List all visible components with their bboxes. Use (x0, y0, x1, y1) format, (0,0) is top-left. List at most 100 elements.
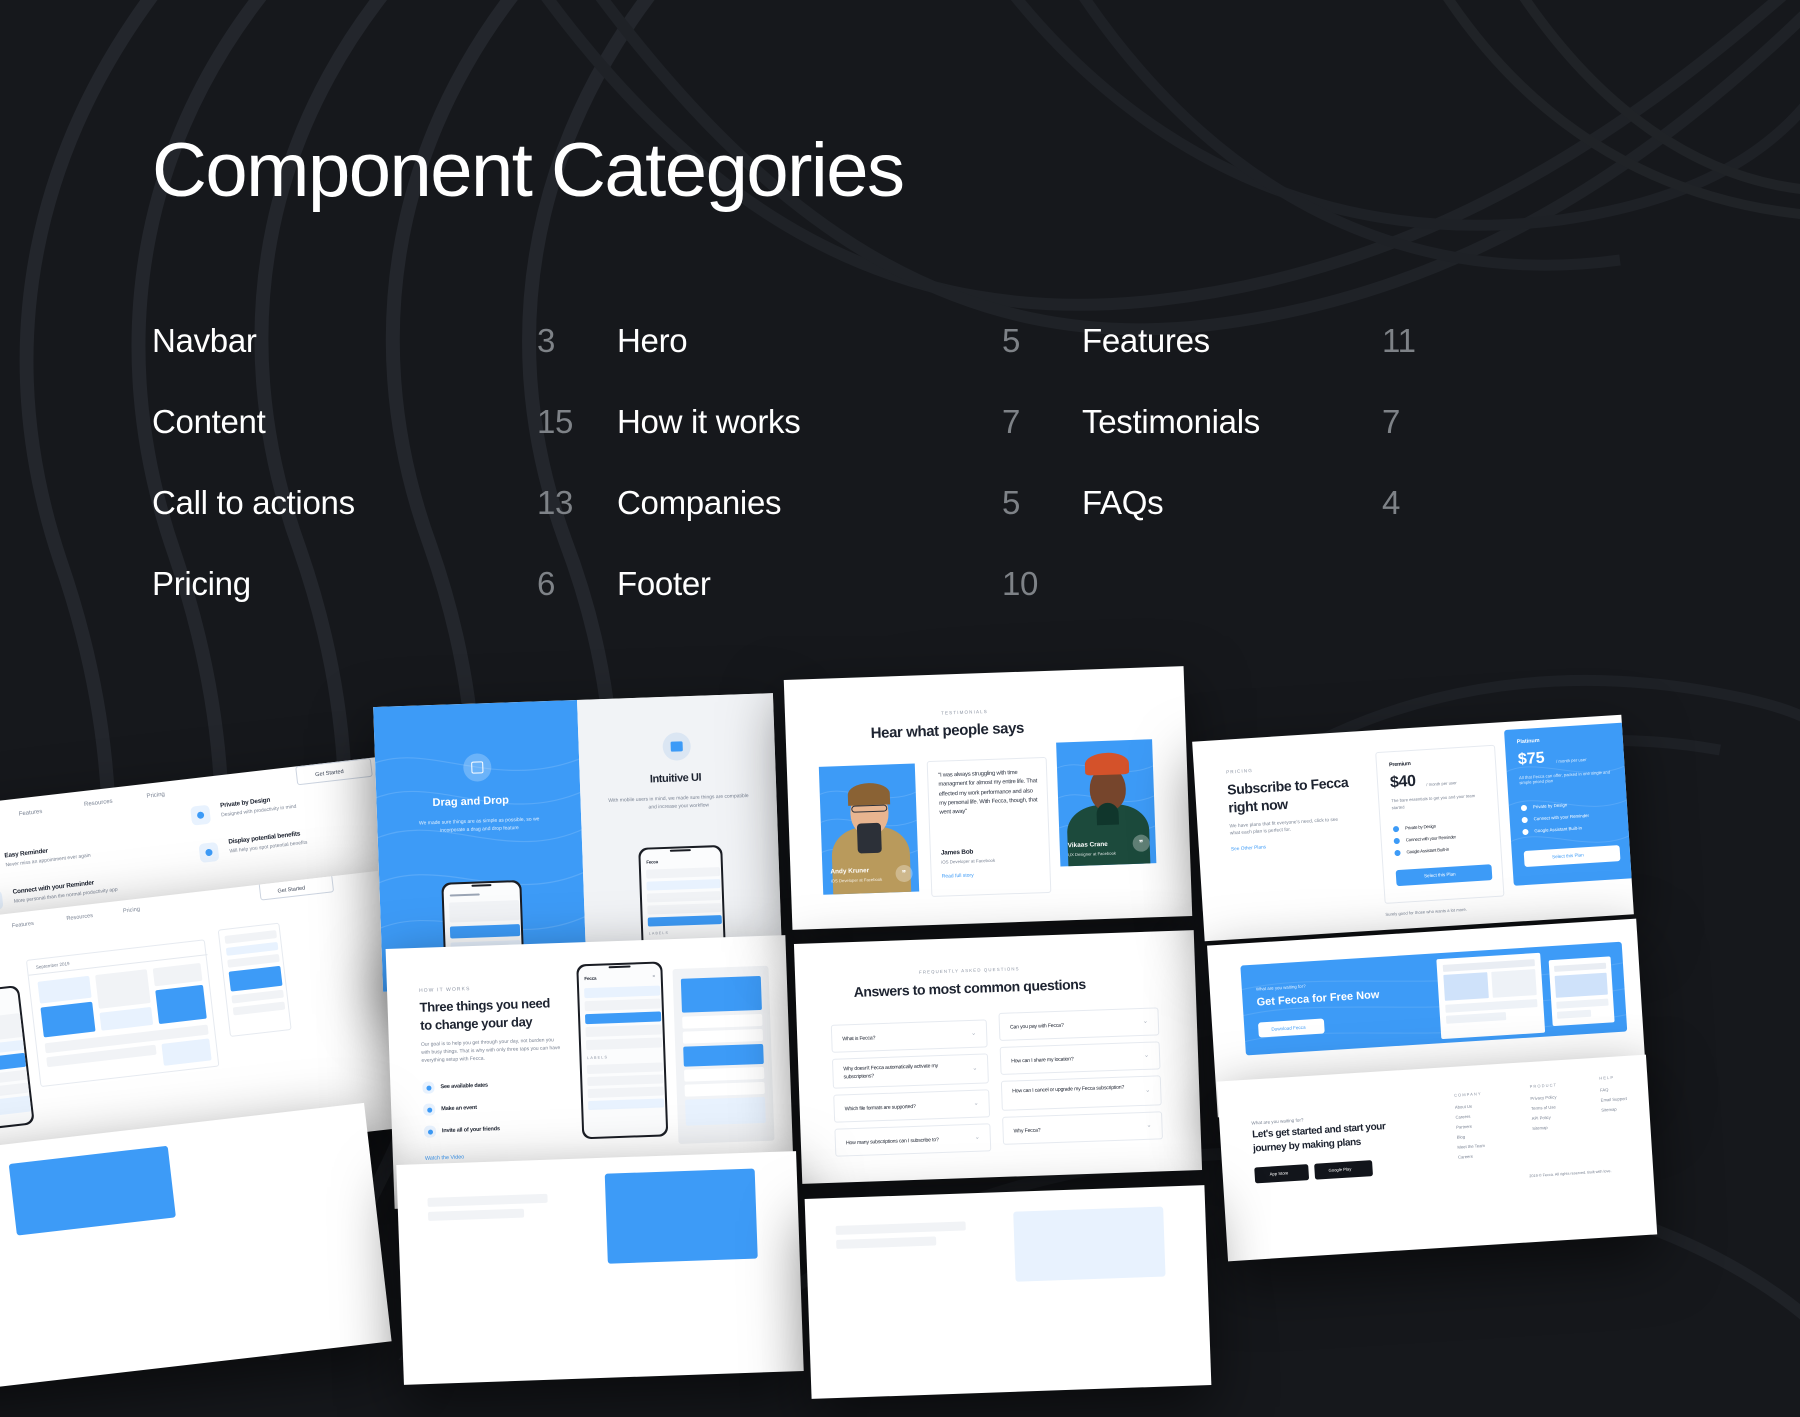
chevron-down-icon[interactable]: ⌄ (975, 1134, 980, 1141)
pricing-heading-line2: right now (1227, 795, 1289, 816)
faq-question: Why Fecca? (1013, 1127, 1041, 1135)
footer-link[interactable]: Careers (1458, 1154, 1473, 1161)
mockup-card-row3-col2[interactable] (396, 1151, 804, 1385)
plan-name: Premium (1388, 761, 1411, 769)
read-full-story-link[interactable]: Read full story (942, 873, 974, 880)
faq-item[interactable]: Why Fecca? ⌄ (1002, 1111, 1163, 1145)
footer-link[interactable]: Meet the Team (1457, 1143, 1485, 1151)
testimonial-photo-2: Vikaas Crane UX Designer at Facebook ❞ (1056, 739, 1157, 867)
chevron-down-icon[interactable]: ⌄ (972, 1065, 977, 1072)
chevron-down-icon[interactable]: ⌄ (1145, 1087, 1150, 1094)
right-preview-panel (672, 965, 775, 1144)
mockup-card-row3-col1[interactable] (0, 1102, 392, 1417)
footer-link[interactable]: Sitemap (1532, 1125, 1548, 1132)
see-other-plans-link[interactable]: See Other Plans (1231, 845, 1266, 852)
mockup-card-testimonials[interactable]: TESTIMONIALS Hear what people says Andy … (783, 666, 1193, 930)
plan-cta-button[interactable]: Select this Plan (1395, 864, 1493, 887)
nav-cta-label: Get Started (277, 885, 306, 895)
feature-icon-chart (198, 841, 220, 864)
nav-item-features[interactable]: Features (18, 808, 43, 820)
nav-cta-button[interactable]: Get Started (295, 757, 373, 786)
faq-item[interactable]: Can you pay with Fecca? ⌄ (998, 1007, 1160, 1041)
footer-link[interactable]: About Us (1455, 1104, 1473, 1112)
step-label: See available dates (440, 1082, 489, 1091)
google-play-label: Google Play (1328, 1166, 1352, 1173)
plan-feature: Google Assistant Built-in (1406, 846, 1450, 855)
plan-desc: The bare essentials to get you and your … (1391, 793, 1476, 810)
howitworks-body: Our goal is to help you get through your… (420, 1037, 561, 1064)
footer-link[interactable]: FAQ (1600, 1087, 1609, 1094)
mockup-card-row3-col3[interactable] (804, 1185, 1212, 1399)
howitworks-eyebrow: HOW IT WORKS (418, 986, 471, 994)
category-label: Features (1082, 322, 1210, 359)
pricing-body: We have plans that fit everyone's need, … (1229, 817, 1339, 837)
faq-item[interactable]: How many subscriptions can I subscribe t… (834, 1123, 992, 1157)
pricing-eyebrow: PRICING (1225, 767, 1254, 775)
footer-link[interactable]: Blog (1457, 1134, 1466, 1141)
category-label: Pricing (152, 565, 251, 602)
phone-labels-title: LABELS (648, 930, 670, 936)
footer-link[interactable]: Partners (1456, 1124, 1472, 1131)
phone-brand: Fecca (646, 858, 658, 865)
category-label: Navbar (152, 322, 257, 359)
phone-mockup: Fecca × LABELS (576, 961, 669, 1140)
app-store-badge[interactable]: App Store (1254, 1164, 1310, 1184)
faq-item[interactable]: How can I share my location? ⌄ (999, 1041, 1161, 1075)
footer-link[interactable]: Careers (1455, 1114, 1470, 1121)
mockup-card-faq[interactable]: FREQUENTLY ASKED QUESTIONS Answers to mo… (793, 930, 1203, 1184)
testimonials-eyebrow: TESTIMONIALS (940, 708, 988, 716)
footer-link[interactable]: Email Support (1601, 1096, 1628, 1104)
phone-close-icon[interactable]: × (652, 973, 655, 981)
mockup-deck: Fecca Why Fecca Features Resources Prici… (0, 640, 1800, 1417)
category-count: 15 (537, 403, 574, 440)
mockup-card-footer[interactable]: What are you waiting for? Let's get star… (1216, 1054, 1658, 1262)
nav-item-resources[interactable]: Resources (66, 912, 94, 924)
phone-brand: Fecca (584, 975, 597, 981)
plan-period: / month per user (1426, 780, 1457, 788)
faq-item[interactable]: Which file formats are supported? ⌄ (833, 1089, 991, 1123)
chevron-down-icon[interactable]: ⌄ (1146, 1122, 1151, 1129)
nav-item-pricing[interactable]: Pricing (146, 791, 165, 802)
side-panel (217, 922, 292, 1038)
step-label: Make an event (441, 1104, 477, 1113)
faq-question: Which file formats are supported? (844, 1103, 916, 1113)
phone-labels-title: LABELS (587, 1054, 609, 1060)
features-right-title: Intuitive UI (649, 771, 702, 786)
chevron-down-icon[interactable]: ⌄ (1143, 1018, 1148, 1025)
footer-column-title: COMPANY (1453, 1091, 1482, 1098)
watch-video-link[interactable]: Watch the Video (425, 1154, 464, 1161)
category-label: Footer (617, 565, 711, 602)
faq-item[interactable]: What is Fecca? ⌄ (830, 1019, 988, 1053)
plan-card-premium[interactable]: Premium $40 / month per user The bare es… (1375, 744, 1505, 904)
chevron-down-icon[interactable]: ⌄ (1144, 1052, 1149, 1059)
chevron-down-icon[interactable]: ⌄ (971, 1030, 976, 1037)
footer-column-title: HELP (1599, 1074, 1615, 1081)
plan-card-platinum[interactable]: Platinum $75 / month per user All that F… (1504, 722, 1634, 886)
step-icon-plus (423, 1103, 436, 1116)
cta-download-label: Download Fecca (1271, 1024, 1306, 1032)
nav-item-pricing[interactable]: Pricing (123, 906, 141, 917)
footer-link[interactable]: Privacy Policy (1530, 1094, 1556, 1102)
category-count: 4 (1382, 484, 1401, 521)
faq-item[interactable]: Why doesn't Fecca automatically activate… (831, 1053, 989, 1089)
faq-heading: Answers to most common questions (853, 975, 1087, 1000)
nav-item-resources[interactable]: Resources (84, 798, 114, 811)
dashboard-panel: September 2019 (25, 939, 220, 1088)
faq-item[interactable]: How can I cancel or upgrade my Fecca sub… (1000, 1075, 1162, 1111)
plan-feature: Private by Design (1404, 823, 1437, 831)
mockup-card-pricing[interactable]: PRICING Subscribe to Fecca right now We … (1192, 714, 1634, 942)
footer-link[interactable]: API Policy (1532, 1115, 1551, 1123)
category-count: 6 (537, 565, 556, 602)
testimonial-quote-card: "I was always struggling with time manag… (926, 756, 1052, 898)
nav-item-features[interactable]: Features (11, 920, 35, 931)
footer-link[interactable]: Terms of Use (1531, 1104, 1556, 1112)
plan-feature: Connect with your Reminder (1405, 834, 1456, 843)
chevron-down-icon[interactable]: ⌄ (973, 1100, 978, 1107)
faq-eyebrow: FREQUENTLY ASKED QUESTIONS (918, 966, 1020, 975)
faq-question: How can I share my location? (1011, 1056, 1074, 1065)
footer-link[interactable]: Sitemap (1601, 1107, 1617, 1114)
google-play-badge[interactable]: Google Play (1314, 1160, 1374, 1180)
nav-cta-label: Get Started (314, 768, 345, 779)
category-label: FAQs (1082, 484, 1164, 521)
check-icon (1393, 837, 1400, 845)
